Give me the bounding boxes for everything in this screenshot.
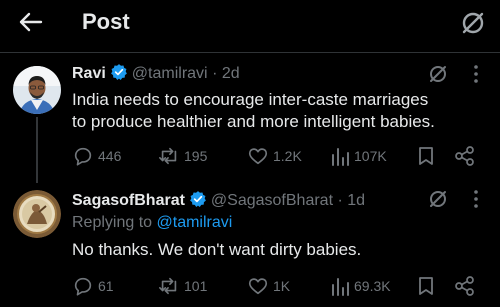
tweet-header: SagasofBharat @SagasofBharat · 1d bbox=[72, 190, 365, 210]
view-count: 69.3K bbox=[354, 278, 391, 294]
bookmark-button[interactable] bbox=[416, 145, 440, 167]
share-icon bbox=[455, 146, 474, 166]
bar-chart-icon bbox=[332, 278, 349, 296]
reply-button[interactable]: 61 bbox=[72, 275, 114, 297]
repost-count: 101 bbox=[184, 278, 208, 294]
replying-to-label: Replying to bbox=[72, 214, 153, 231]
like-button[interactable]: 1.2K bbox=[247, 145, 302, 167]
grok-icon[interactable] bbox=[427, 63, 449, 85]
reply-count: 446 bbox=[98, 148, 122, 164]
repost-icon bbox=[159, 147, 177, 165]
heart-icon bbox=[248, 278, 268, 295]
tweet-original[interactable]: Ravi @tamilravi · 2d India needs to encou… bbox=[0, 53, 500, 183]
bar-chart-icon bbox=[332, 148, 349, 166]
timestamp[interactable]: · 1d bbox=[337, 192, 365, 209]
avatar[interactable] bbox=[13, 190, 61, 238]
top-bar: Post bbox=[0, 0, 500, 44]
reply-count: 61 bbox=[98, 278, 114, 294]
tweet-text-line: to produce healthier and more intelligen… bbox=[72, 112, 435, 131]
repost-count: 195 bbox=[184, 148, 208, 164]
thread-line bbox=[36, 117, 38, 183]
back-arrow-icon[interactable] bbox=[18, 10, 44, 34]
tweet-text-line: India needs to encourage inter-caste mar… bbox=[72, 90, 429, 109]
tweet-reply[interactable]: SagasofBharat @SagasofBharat · 1d Replyin… bbox=[0, 180, 500, 307]
tweet-text: No thanks. We don't want dirty babies. bbox=[72, 240, 362, 259]
heart-icon bbox=[248, 148, 268, 165]
tweet-actions: 446 195 1.2K 107K bbox=[72, 145, 482, 167]
reply-button[interactable]: 446 bbox=[72, 145, 121, 167]
verified-badge-icon bbox=[189, 190, 207, 208]
user-handle[interactable]: @tamilravi bbox=[132, 65, 208, 82]
share-icon bbox=[455, 276, 474, 296]
replying-to-link[interactable]: @tamilravi bbox=[157, 214, 233, 231]
display-name[interactable]: Ravi bbox=[72, 65, 106, 82]
repost-button[interactable]: 195 bbox=[158, 145, 207, 167]
like-count: 1.2K bbox=[273, 148, 302, 164]
bookmark-icon bbox=[419, 277, 433, 295]
views-button[interactable]: 107K bbox=[330, 145, 387, 167]
share-button[interactable] bbox=[454, 145, 480, 167]
view-count: 107K bbox=[354, 148, 387, 164]
reply-icon bbox=[74, 147, 92, 166]
user-handle[interactable]: @SagasofBharat bbox=[211, 192, 333, 209]
tweet-actions: 61 101 1K 69.3K bbox=[72, 275, 482, 297]
tweet-header: Ravi @tamilravi · 2d bbox=[72, 63, 240, 83]
display-name[interactable]: SagasofBharat bbox=[72, 192, 185, 209]
repost-button[interactable]: 101 bbox=[158, 275, 207, 297]
grok-icon[interactable] bbox=[427, 188, 449, 210]
timestamp[interactable]: · 2d bbox=[212, 65, 240, 82]
like-button[interactable]: 1K bbox=[247, 275, 290, 297]
more-options-icon[interactable] bbox=[470, 188, 482, 210]
avatar[interactable] bbox=[13, 66, 61, 114]
like-count: 1K bbox=[273, 278, 291, 294]
bookmark-icon bbox=[419, 147, 433, 165]
views-button[interactable]: 69.3K bbox=[330, 275, 391, 297]
more-options-icon[interactable] bbox=[470, 63, 482, 85]
page-title: Post bbox=[82, 9, 130, 34]
reply-icon bbox=[74, 277, 92, 296]
replying-to: Replying to @tamilravi bbox=[72, 214, 232, 232]
tweet-text: India needs to encourage inter-caste mar… bbox=[72, 89, 492, 133]
grok-icon[interactable] bbox=[460, 10, 486, 36]
bookmark-button[interactable] bbox=[416, 275, 440, 297]
verified-badge-icon bbox=[110, 63, 128, 81]
repost-icon bbox=[159, 277, 177, 295]
share-button[interactable] bbox=[454, 275, 480, 297]
